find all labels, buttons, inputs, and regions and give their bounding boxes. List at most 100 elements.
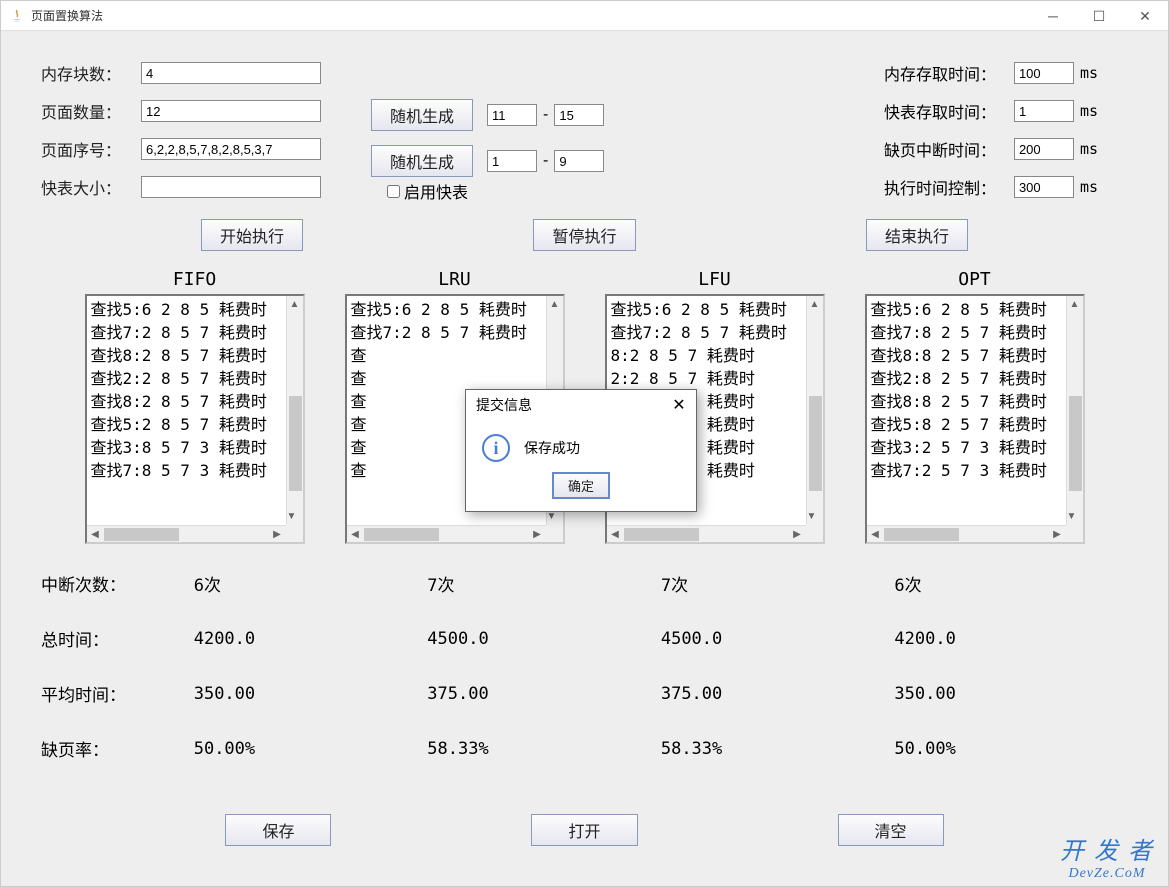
fault-time-input[interactable] bbox=[1014, 138, 1074, 160]
fifo-hscroll[interactable]: ◀▶ bbox=[87, 525, 286, 542]
lfu-hscroll[interactable]: ◀▶ bbox=[607, 525, 806, 542]
output-line: 查找7:2 5 7 3 耗费时 bbox=[871, 459, 1079, 482]
output-line: 查找8:8 2 5 7 耗费时 bbox=[871, 344, 1079, 367]
tlb-time-input[interactable] bbox=[1014, 100, 1074, 122]
output-line: 查找8:2 8 5 7 耗费时 bbox=[91, 390, 299, 413]
stop-button[interactable]: 结束执行 bbox=[866, 219, 968, 251]
fifo-title: FIFO bbox=[85, 269, 305, 290]
opt-interrupts: 6次 bbox=[894, 571, 1128, 596]
lfu-avg: 375.00 bbox=[661, 684, 895, 704]
output-line: 8:2 8 5 7 耗费时 bbox=[611, 344, 819, 367]
output-line: 查找5:2 8 5 7 耗费时 bbox=[91, 413, 299, 436]
save-dialog: 提交信息 ✕ i 保存成功 确定 bbox=[465, 389, 697, 512]
tlb-size-label: 快表大小： bbox=[41, 175, 141, 199]
tlb-time-label: 快表存取时间： bbox=[884, 99, 1014, 123]
lfu-vscroll[interactable]: ▲▼ bbox=[806, 296, 823, 525]
lru-rate: 58.33% bbox=[427, 739, 661, 759]
watermark: 开 发 者 DevZe.CoM bbox=[1060, 831, 1154, 882]
pause-button[interactable]: 暂停执行 bbox=[533, 219, 635, 251]
dialog-title-text: 提交信息 bbox=[476, 395, 532, 415]
minimize-button[interactable]: ─ bbox=[1030, 1, 1076, 31]
page-seq-min-input[interactable] bbox=[487, 150, 537, 172]
close-button[interactable]: ✕ bbox=[1122, 1, 1168, 31]
opt-output: 查找5:6 2 8 5 耗费时查找7:8 2 5 7 耗费时查找8:8 2 5 … bbox=[867, 296, 1083, 496]
opt-vscroll[interactable]: ▲▼ bbox=[1066, 296, 1083, 525]
clear-button[interactable]: 清空 bbox=[838, 814, 944, 846]
output-line: 查找7:8 2 5 7 耗费时 bbox=[871, 321, 1079, 344]
page-count-label: 页面数量： bbox=[41, 99, 141, 123]
interrupts-label: 中断次数： bbox=[41, 571, 194, 596]
opt-total: 4200.0 bbox=[894, 629, 1128, 649]
page-seq-label: 页面序号： bbox=[41, 137, 141, 161]
output-line: 查 bbox=[351, 344, 559, 367]
output-line: 查找8:2 8 5 7 耗费时 bbox=[91, 344, 299, 367]
opt-rate: 50.00% bbox=[894, 739, 1128, 759]
avg-time-label: 平均时间： bbox=[41, 681, 194, 706]
info-icon: i bbox=[482, 434, 510, 462]
dialog-ok-button[interactable]: 确定 bbox=[552, 472, 610, 499]
tlb-time-unit: ms bbox=[1080, 102, 1098, 120]
output-line: 查找7:2 8 5 7 耗费时 bbox=[611, 321, 819, 344]
output-line: 查找7:2 8 5 7 耗费时 bbox=[351, 321, 559, 344]
opt-avg: 350.00 bbox=[894, 684, 1128, 704]
dialog-message: 保存成功 bbox=[524, 434, 580, 458]
opt-title: OPT bbox=[865, 269, 1085, 290]
output-line: 查找3:8 5 7 3 耗费时 bbox=[91, 436, 299, 459]
output-line: 查找7:8 5 7 3 耗费时 bbox=[91, 459, 299, 482]
output-line: 查找8:8 2 5 7 耗费时 bbox=[871, 390, 1079, 413]
lfu-title: LFU bbox=[605, 269, 825, 290]
page-seq-input[interactable] bbox=[141, 138, 321, 160]
exec-ctrl-unit: ms bbox=[1080, 178, 1098, 196]
fifo-column: FIFO 查找5:6 2 8 5 耗费时查找7:2 8 5 7 耗费时查找8:2… bbox=[85, 269, 305, 544]
fifo-vscroll[interactable]: ▲▼ bbox=[286, 296, 303, 525]
fifo-interrupts: 6次 bbox=[194, 571, 428, 596]
opt-hscroll[interactable]: ◀▶ bbox=[867, 525, 1066, 542]
titlebar: 页面置换算法 ─ ☐ ✕ bbox=[1, 1, 1168, 31]
lfu-rate: 58.33% bbox=[661, 739, 895, 759]
start-button[interactable]: 开始执行 bbox=[201, 219, 303, 251]
exec-ctrl-label: 执行时间控制： bbox=[884, 175, 1014, 199]
mem-blocks-label: 内存块数： bbox=[41, 61, 141, 85]
window-title: 页面置换算法 bbox=[31, 7, 103, 24]
mem-time-label: 内存存取时间： bbox=[884, 61, 1014, 85]
output-line: 查找5:6 2 8 5 耗费时 bbox=[91, 298, 299, 321]
enable-tlb-label: 启用快表 bbox=[404, 179, 468, 203]
lru-title: LRU bbox=[345, 269, 565, 290]
page-count-max-input[interactable] bbox=[554, 104, 604, 126]
maximize-button[interactable]: ☐ bbox=[1076, 1, 1122, 31]
dash-1: - bbox=[543, 106, 548, 124]
exec-ctrl-input[interactable] bbox=[1014, 176, 1074, 198]
dialog-close-button[interactable]: ✕ bbox=[668, 394, 690, 416]
mem-time-unit: ms bbox=[1080, 64, 1098, 82]
tlb-size-input[interactable] bbox=[141, 176, 321, 198]
save-button[interactable]: 保存 bbox=[225, 814, 331, 846]
output-line: 查找3:2 5 7 3 耗费时 bbox=[871, 436, 1079, 459]
rand-gen-page-count-button[interactable]: 随机生成 bbox=[371, 99, 473, 131]
page-count-min-input[interactable] bbox=[487, 104, 537, 126]
output-line: 2:2 8 5 7 耗费时 bbox=[611, 367, 819, 390]
output-line: 查找5:6 2 8 5 耗费时 bbox=[351, 298, 559, 321]
java-icon bbox=[9, 8, 25, 24]
total-time-label: 总时间： bbox=[41, 626, 194, 651]
lfu-interrupts: 7次 bbox=[661, 571, 895, 596]
fifo-total: 4200.0 bbox=[194, 629, 428, 649]
rand-gen-page-seq-button[interactable]: 随机生成 bbox=[371, 145, 473, 177]
output-line: 查 bbox=[351, 367, 559, 390]
mem-blocks-input[interactable] bbox=[141, 62, 321, 84]
opt-column: OPT 查找5:6 2 8 5 耗费时查找7:8 2 5 7 耗费时查找8:8 … bbox=[865, 269, 1085, 544]
fault-rate-label: 缺页率： bbox=[41, 736, 194, 761]
lru-hscroll[interactable]: ◀▶ bbox=[347, 525, 546, 542]
fifo-avg: 350.00 bbox=[194, 684, 428, 704]
enable-tlb-checkbox[interactable] bbox=[387, 185, 400, 198]
page-seq-max-input[interactable] bbox=[554, 150, 604, 172]
output-line: 查找5:6 2 8 5 耗费时 bbox=[871, 298, 1079, 321]
mem-time-input[interactable] bbox=[1014, 62, 1074, 84]
output-line: 查找7:2 8 5 7 耗费时 bbox=[91, 321, 299, 344]
fifo-output: 查找5:6 2 8 5 耗费时查找7:2 8 5 7 耗费时查找8:2 8 5 … bbox=[87, 296, 303, 496]
fault-time-label: 缺页中断时间： bbox=[884, 137, 1014, 161]
lfu-total: 4500.0 bbox=[661, 629, 895, 649]
page-count-input[interactable] bbox=[141, 100, 321, 122]
dash-2: - bbox=[543, 152, 548, 170]
output-line: 查找5:8 2 5 7 耗费时 bbox=[871, 413, 1079, 436]
open-button[interactable]: 打开 bbox=[531, 814, 637, 846]
